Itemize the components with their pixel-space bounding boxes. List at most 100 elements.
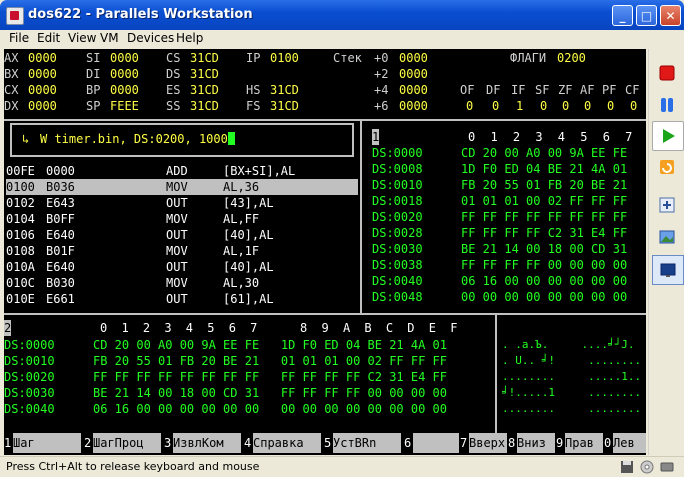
maximize-button[interactable]: □ [636, 5, 657, 26]
play-icon [663, 129, 675, 143]
dump-hex: BE 21 14 00 18 00 CD 31 [461, 242, 628, 256]
flag-name: PF [602, 83, 617, 97]
reg-name: SI [86, 51, 101, 65]
reg-value: 31CD [190, 67, 219, 81]
disasm-bytes: E643 [46, 196, 75, 210]
dump-ascii: . U.. ╛! ........ [502, 354, 642, 367]
display-button[interactable] [652, 255, 684, 285]
disasm-addr: 0102 [6, 196, 35, 210]
dump-header: 0 1 2 3 4 5 6 7 8 9 A B C D E F [100, 321, 458, 335]
menu-edit[interactable]: Edit [37, 31, 60, 45]
menu-view[interactable]: View [68, 31, 96, 45]
reg-value: 0000 [28, 99, 57, 113]
disasm-args: [40],AL [223, 260, 274, 274]
reg-name: SP [86, 99, 101, 113]
vm-toolbar [648, 49, 684, 455]
reg-value: 0100 [270, 51, 299, 65]
dump-ascii: . .a.Ъ. ....╛┘J. [502, 338, 635, 351]
reset-button[interactable] [652, 153, 682, 181]
disasm-addr: 00FE [6, 164, 35, 178]
title-bar[interactable]: dos622 - Parallels Workstation _ □ ✕ [0, 0, 684, 30]
fullscreen-icon [659, 197, 675, 213]
disasm-bytes: E661 [46, 292, 75, 306]
divider [4, 313, 646, 315]
reg-name: BP [86, 83, 101, 97]
disasm-op: OUT [166, 196, 188, 210]
menu-devices[interactable]: Devices [127, 31, 174, 45]
reg-value: 0000 [110, 83, 139, 97]
dump-addr: DS:0020 [372, 210, 423, 224]
reg-value: 0000 [110, 51, 139, 65]
dump-addr: DS:0000 [4, 338, 55, 352]
stop-button[interactable] [652, 59, 682, 87]
divider [495, 315, 497, 433]
status-bar: Press Ctrl+Alt to release keyboard and m… [0, 456, 684, 477]
reg-value: 31CD [190, 51, 219, 65]
reg-name: DI [86, 67, 101, 81]
reg-value: FEEE [110, 99, 139, 113]
disasm-bytes: B036 [46, 180, 75, 194]
dump-addr: DS:0030 [4, 386, 55, 400]
reg-value: 31CD [190, 83, 219, 97]
screenshot-button[interactable] [652, 223, 682, 251]
flag-name: AF [580, 83, 595, 97]
fkey-label [413, 433, 459, 453]
dump-addr: DS:0010 [4, 354, 55, 368]
stack-value: 0000 [399, 51, 428, 65]
stack-label: Стек [333, 51, 362, 65]
cdrom-icon[interactable] [640, 460, 654, 474]
disasm-addr: 010C [6, 276, 35, 290]
play-button[interactable] [652, 121, 684, 151]
menu-vm[interactable]: VM [100, 31, 119, 45]
command-box[interactable]: ↳ W timer.bin, DS:0200, 1000 [10, 123, 354, 157]
reg-name: CX [4, 83, 19, 97]
vm-screen[interactable]: AX 0000 SI 0000 CS 31CD IP 0100 BX 0000 … [4, 49, 646, 455]
stack-offset: +2 [374, 67, 389, 81]
menu-help[interactable]: Help [176, 31, 203, 45]
dump-hex: FF FF FF FF 00 00 00 00 [461, 258, 628, 272]
disasm-addr: 0108 [6, 244, 35, 258]
floppy-icon[interactable] [620, 460, 634, 474]
dump-hex: CD 20 00 A0 00 9A EE FE 1D F0 ED 04 BE 2… [93, 338, 448, 352]
reg-name: DS [166, 67, 181, 81]
text-cursor [227, 132, 235, 145]
window-title: dos622 - Parallels Workstation [28, 7, 253, 22]
pause-icon [661, 98, 673, 112]
reg-name: FS [246, 99, 261, 113]
dump-hex: FB 20 55 01 FB 20 BE 21 [461, 178, 628, 192]
dump-addr: DS:0030 [372, 242, 423, 256]
harddisk-icon[interactable] [660, 460, 674, 474]
dump-hex: FF FF FF FF C2 31 E4 FF [461, 226, 628, 240]
disasm-bytes: B01F [46, 244, 75, 258]
flag-name: IF [511, 83, 526, 97]
menu-file[interactable]: File [9, 31, 29, 45]
display-icon [660, 263, 676, 277]
fkey-label: Вверх [469, 433, 507, 453]
disasm-op: MOV [166, 180, 188, 194]
disasm-op: OUT [166, 260, 188, 274]
dump-hex: 01 01 01 00 02 FF FF FF [461, 194, 628, 208]
stack-value: 0000 [399, 99, 428, 113]
disasm-addr: 0100 [6, 180, 35, 194]
function-key-bar: 1 Шаг 2 ШагПроц 3 ИзвлКом 4 Справка 5 УстBRn … [4, 433, 646, 455]
fullscreen-button[interactable] [652, 191, 682, 219]
reg-value: 0000 [28, 67, 57, 81]
flag-value: 0 [630, 99, 638, 113]
command-input[interactable]: W timer.bin, DS:0200, 1000 [40, 131, 235, 147]
dump-hex: 00 00 00 00 00 00 00 00 [461, 290, 628, 304]
fkey-label: ИзвлКом [173, 433, 241, 453]
reg-name: ES [166, 83, 181, 97]
flag-value: 0 [562, 99, 570, 113]
disasm-bytes: B0FF [46, 212, 75, 226]
disasm-args: [BX+SI],AL [223, 164, 296, 178]
dump-header: 0 1 2 3 4 5 6 7 [468, 130, 633, 144]
screenshot-icon [659, 230, 675, 244]
menu-bar: File Edit View VM Devices Help [0, 30, 684, 48]
disasm-addr: 0106 [6, 228, 35, 242]
minimize-button[interactable]: _ [612, 5, 633, 26]
close-button[interactable]: ✕ [660, 5, 681, 26]
divider [4, 119, 646, 121]
dump-addr: DS:0038 [372, 258, 423, 272]
pause-button[interactable] [652, 91, 682, 119]
pane-number: 1 [372, 129, 380, 145]
